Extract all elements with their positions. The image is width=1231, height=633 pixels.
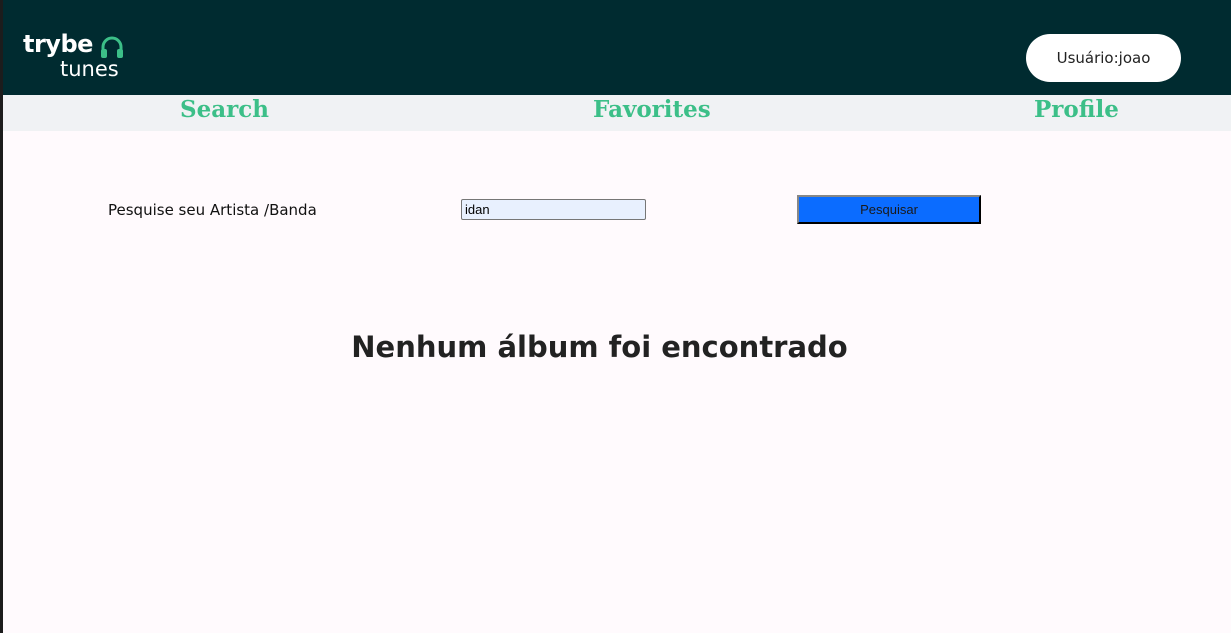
- search-label: Pesquise seu Artista /Banda: [108, 201, 317, 219]
- user-label: Usuário:joao: [1056, 49, 1151, 67]
- trybe-tunes-logo: trybe tunes: [23, 30, 133, 84]
- nav-link-profile[interactable]: Profile: [1034, 95, 1119, 131]
- search-form: Pesquise seu Artista /Banda Pesquisar: [3, 190, 1231, 230]
- search-button[interactable]: Pesquisar: [797, 195, 981, 224]
- top-header: trybe tunes Usuário:joao: [3, 0, 1231, 95]
- logo-text-tunes: tunes: [60, 57, 119, 81]
- main-nav: Search Favorites Profile: [3, 95, 1231, 131]
- search-input[interactable]: [461, 199, 646, 220]
- empty-results-message: Nenhum álbum foi encontrado: [351, 330, 848, 364]
- nav-link-search[interactable]: Search: [180, 95, 269, 131]
- user-badge: Usuário:joao: [1026, 34, 1181, 82]
- headphones-icon: [99, 35, 125, 59]
- nav-link-favorites[interactable]: Favorites: [593, 95, 711, 131]
- logo-text-trybe: trybe: [23, 30, 93, 58]
- app: trybe tunes Usuário:joao Search Favorite…: [3, 0, 1231, 633]
